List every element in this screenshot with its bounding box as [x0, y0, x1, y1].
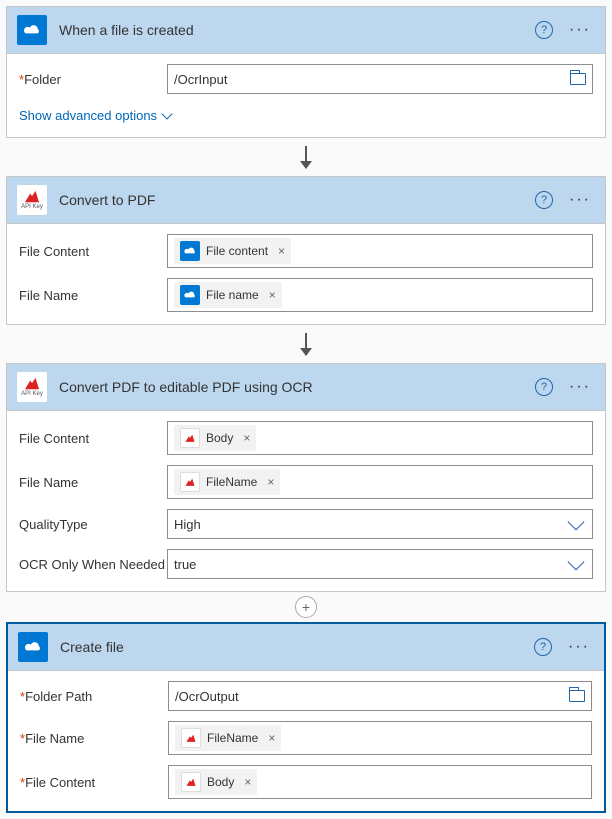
onedrive-icon [17, 15, 47, 45]
chevron-down-icon [568, 514, 585, 531]
folder-picker-icon[interactable] [570, 73, 586, 85]
field-label: File Name [19, 475, 167, 490]
step-body: *Folder /OcrInput Show advanced options [7, 54, 605, 137]
add-step-button[interactable]: + [295, 596, 317, 618]
token-filename[interactable]: FileName × [175, 725, 281, 751]
token-body[interactable]: Body × [175, 769, 257, 795]
folder-value: /OcrInput [174, 72, 564, 87]
apikey-icon [181, 728, 201, 748]
more-icon[interactable]: ··· [565, 191, 595, 209]
chevron-down-icon [568, 554, 585, 571]
folderpath-input[interactable]: /OcrOutput [168, 681, 592, 711]
step-convert-to-pdf: API Key Convert to PDF ? ··· File Conten… [6, 176, 606, 325]
step-create-file: Create file ? ··· *Folder Path /OcrOutpu… [6, 622, 606, 813]
more-icon[interactable]: ··· [565, 21, 595, 39]
step-body: File Content File content × File Name Fi… [7, 224, 605, 324]
arrow-down-icon [305, 146, 307, 168]
field-row-filename: *File Name FileName × [20, 721, 592, 755]
folderpath-value: /OcrOutput [175, 689, 563, 704]
field-label: File Name [19, 288, 167, 303]
field-label: QualityType [19, 517, 167, 532]
chevron-down-icon [161, 108, 172, 119]
filecontent-input[interactable]: File content × [167, 234, 593, 268]
help-icon[interactable]: ? [535, 191, 553, 209]
remove-token-icon[interactable]: × [264, 731, 275, 745]
step-header[interactable]: When a file is created ? ··· [7, 7, 605, 54]
connector [6, 138, 606, 176]
apikey-icon: API Key [17, 185, 47, 215]
onedrive-icon [180, 285, 200, 305]
step-title: Convert PDF to editable PDF using OCR [59, 379, 523, 395]
field-label: File Content [19, 431, 167, 446]
token-file-content[interactable]: File content × [174, 238, 291, 264]
field-row-filename: File Name FileName × [19, 465, 593, 499]
field-row-ocronly: OCR Only When Needed true [19, 549, 593, 579]
apikey-icon [181, 772, 201, 792]
filecontent-input[interactable]: Body × [168, 765, 592, 799]
step-title: Convert to PDF [59, 192, 523, 208]
filename-input[interactable]: FileName × [168, 721, 592, 755]
show-advanced-link[interactable]: Show advanced options [19, 104, 171, 125]
onedrive-icon [180, 241, 200, 261]
field-row-filecontent: File Content Body × [19, 421, 593, 455]
field-label: OCR Only When Needed [19, 557, 167, 572]
step-body: *Folder Path /OcrOutput *File Name FileN… [8, 671, 604, 811]
arrow-down-icon [305, 333, 307, 355]
field-row-quality: QualityType High [19, 509, 593, 539]
apikey-icon [180, 472, 200, 492]
onedrive-icon [18, 632, 48, 662]
apikey-icon: API Key [17, 372, 47, 402]
field-label: *File Name [20, 731, 168, 746]
more-icon[interactable]: ··· [564, 638, 594, 656]
folder-input[interactable]: /OcrInput [167, 64, 593, 94]
field-label: File Content [19, 244, 167, 259]
quality-select[interactable]: High [167, 509, 593, 539]
token-body[interactable]: Body × [174, 425, 256, 451]
connector-add: + [6, 592, 606, 622]
step-when-file-created: When a file is created ? ··· *Folder /Oc… [6, 6, 606, 138]
apikey-icon [180, 428, 200, 448]
remove-token-icon[interactable]: × [240, 775, 251, 789]
step-header[interactable]: API Key Convert to PDF ? ··· [7, 177, 605, 224]
filecontent-input[interactable]: Body × [167, 421, 593, 455]
help-icon[interactable]: ? [534, 638, 552, 656]
help-icon[interactable]: ? [535, 378, 553, 396]
remove-token-icon[interactable]: × [274, 244, 285, 258]
field-label: *File Content [20, 775, 168, 790]
connector [6, 325, 606, 363]
field-row-folderpath: *Folder Path /OcrOutput [20, 681, 592, 711]
help-icon[interactable]: ? [535, 21, 553, 39]
step-title: Create file [60, 639, 522, 655]
step-title: When a file is created [59, 22, 523, 38]
field-row-filecontent: *File Content Body × [20, 765, 592, 799]
field-row-filename: File Name File name × [19, 278, 593, 312]
filename-input[interactable]: FileName × [167, 465, 593, 499]
field-row-folder: *Folder /OcrInput [19, 64, 593, 94]
field-label: *Folder [19, 72, 167, 87]
remove-token-icon[interactable]: × [265, 288, 276, 302]
step-header[interactable]: Create file ? ··· [8, 624, 604, 671]
field-label: *Folder Path [20, 689, 168, 704]
step-convert-pdf-ocr: API Key Convert PDF to editable PDF usin… [6, 363, 606, 592]
token-filename[interactable]: FileName × [174, 469, 280, 495]
token-file-name[interactable]: File name × [174, 282, 282, 308]
remove-token-icon[interactable]: × [239, 431, 250, 445]
step-header[interactable]: API Key Convert PDF to editable PDF usin… [7, 364, 605, 411]
step-body: File Content Body × File Name FileName ×… [7, 411, 605, 591]
ocronly-select[interactable]: true [167, 549, 593, 579]
field-row-filecontent: File Content File content × [19, 234, 593, 268]
more-icon[interactable]: ··· [565, 378, 595, 396]
folder-picker-icon[interactable] [569, 690, 585, 702]
filename-input[interactable]: File name × [167, 278, 593, 312]
remove-token-icon[interactable]: × [263, 475, 274, 489]
